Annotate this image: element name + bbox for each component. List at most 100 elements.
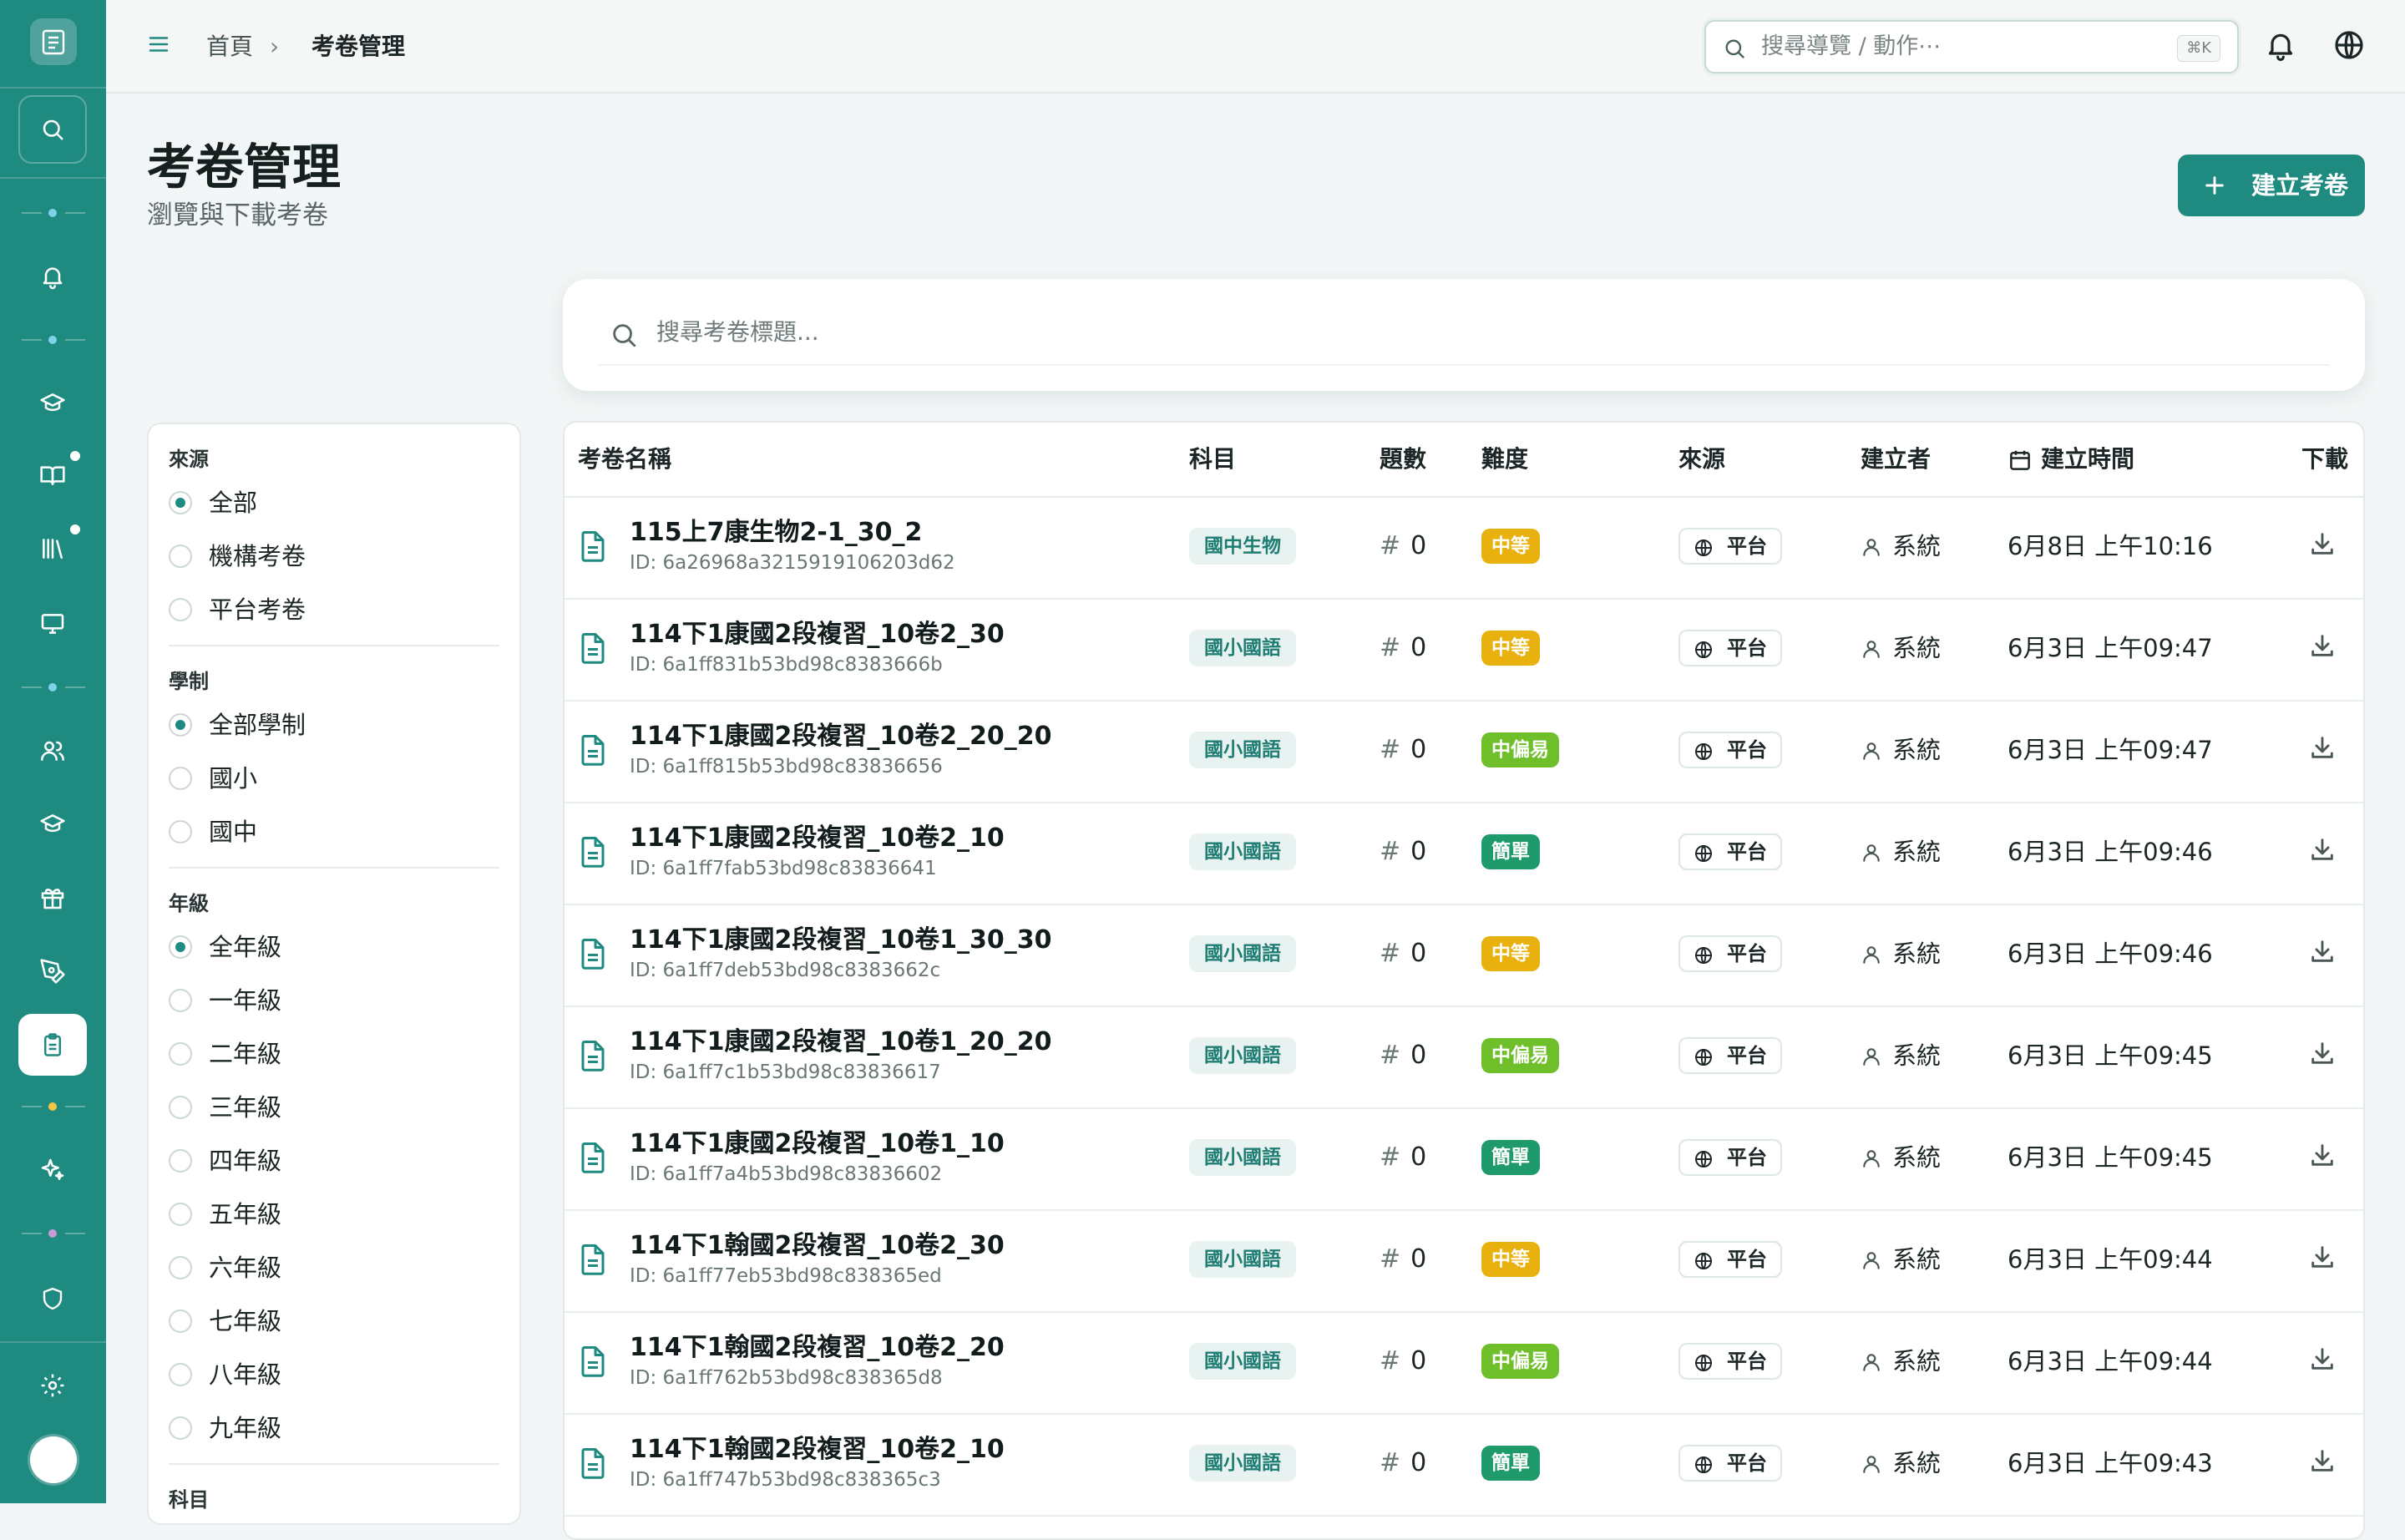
filter-option-grade[interactable]: 九年級 bbox=[169, 1411, 486, 1445]
column-header-source[interactable]: 來源 bbox=[1678, 443, 1725, 476]
filter-option-system[interactable]: 全部學制 bbox=[169, 708, 486, 742]
column-header-count[interactable]: 題數 bbox=[1380, 443, 1426, 476]
table-row[interactable]: 114下1康國2段複習_10卷1_20_20 ID: 6a1ff7c1b53bd9… bbox=[565, 1006, 2363, 1109]
download-icon[interactable] bbox=[2308, 1345, 2337, 1373]
avatar[interactable] bbox=[30, 1436, 77, 1483]
filter-panel: 來源 全部 機構考卷 平台考卷 學制 全部學制 國小 國中 年級 全年級 一年級 二年級 三年… bbox=[147, 423, 521, 1525]
sidebar-item-rewards[interactable] bbox=[18, 867, 87, 929]
column-header-created[interactable]: 建立時間 bbox=[2041, 443, 2134, 476]
exam-title[interactable]: 114下1康國2段複習_10卷1_10 bbox=[630, 1127, 1005, 1161]
breadcrumb-home[interactable]: 首頁 bbox=[206, 30, 253, 63]
download-icon[interactable] bbox=[2308, 1243, 2337, 1271]
table-row[interactable]: 114下1翰國2段複習_10卷2_10 ID: 6a1ff747b53bd98c8… bbox=[565, 1413, 2363, 1517]
sidebar-item-exams[interactable] bbox=[18, 1014, 87, 1076]
filter-option-grade[interactable]: 四年級 bbox=[169, 1144, 486, 1178]
table-row[interactable]: 114下1康國2段複習_10卷1_10 ID: 6a1ff7a4b53bd98c8… bbox=[565, 1107, 2363, 1211]
filter-option-grade[interactable]: 六年級 bbox=[169, 1251, 486, 1284]
radio-button[interactable] bbox=[169, 1096, 192, 1119]
sidebar-item-courses[interactable] bbox=[18, 372, 87, 434]
download-icon[interactable] bbox=[2308, 1039, 2337, 1067]
download-icon[interactable] bbox=[2308, 1446, 2337, 1475]
creator-name: 系統 bbox=[1892, 1449, 1942, 1477]
radio-button[interactable] bbox=[169, 545, 192, 568]
table-row[interactable]: 114下1翰國2段複習_10卷2_30 ID: 6a1ff77eb53bd98c8… bbox=[565, 1209, 2363, 1313]
app-logo[interactable] bbox=[30, 18, 77, 65]
sidebar-item-ai[interactable] bbox=[18, 1139, 87, 1201]
radio-button[interactable] bbox=[169, 1310, 192, 1333]
filter-option-source[interactable]: 機構考卷 bbox=[169, 540, 486, 573]
radio-button[interactable] bbox=[169, 989, 192, 1012]
sidebar-item-notifications[interactable] bbox=[18, 246, 87, 307]
filter-option-grade[interactable]: 一年級 bbox=[169, 984, 486, 1017]
sidebar-item-security[interactable] bbox=[18, 1268, 87, 1330]
global-search-input[interactable]: 搜尋導覽 / 動作⋯ ⌘K bbox=[1704, 20, 2239, 73]
radio-button[interactable] bbox=[169, 767, 192, 790]
filter-option-source[interactable]: 全部 bbox=[169, 486, 486, 519]
radio-button[interactable] bbox=[169, 935, 192, 959]
radio-button[interactable] bbox=[169, 1416, 192, 1440]
filter-option-system[interactable]: 國小 bbox=[169, 762, 486, 795]
filter-option-grade[interactable]: 七年級 bbox=[169, 1304, 486, 1338]
column-header-subject[interactable]: 科目 bbox=[1189, 443, 1236, 476]
hamburger-icon bbox=[149, 37, 169, 52]
table-row[interactable]: 114下1康國2段複習_10卷2_20_20 ID: 6a1ff815b53bd9… bbox=[565, 700, 2363, 803]
radio-button[interactable] bbox=[169, 1203, 192, 1226]
exam-search-input[interactable]: 搜尋考卷標題... bbox=[563, 279, 2365, 391]
exam-title[interactable]: 114下1翰國2段複習_10卷2_10 bbox=[630, 1433, 1005, 1467]
language-button[interactable] bbox=[2332, 28, 2366, 65]
exam-title[interactable]: 114下1翰國2段複習_10卷2_20 bbox=[630, 1331, 1005, 1365]
filter-option-source[interactable]: 平台考卷 bbox=[169, 593, 486, 626]
filter-option-grade[interactable]: 全年級 bbox=[169, 930, 486, 964]
filter-option-grade[interactable]: 五年級 bbox=[169, 1198, 486, 1231]
menu-toggle-button[interactable] bbox=[146, 32, 171, 60]
column-header-difficulty[interactable]: 難度 bbox=[1481, 443, 1528, 476]
download-icon[interactable] bbox=[2308, 835, 2337, 864]
download-icon[interactable] bbox=[2308, 529, 2337, 558]
rail-search-button[interactable] bbox=[18, 95, 87, 164]
download-icon[interactable] bbox=[2308, 631, 2337, 660]
sidebar-item-users[interactable] bbox=[18, 720, 87, 782]
exam-title[interactable]: 114下1康國2段複習_10卷2_20_20 bbox=[630, 720, 1052, 753]
filter-option-grade[interactable]: 三年級 bbox=[169, 1091, 486, 1124]
radio-button[interactable] bbox=[169, 1042, 192, 1066]
download-icon[interactable] bbox=[2308, 1141, 2337, 1169]
table-row[interactable]: 115上7康生物2-1_30_2 ID: 6a26968a321591910620… bbox=[565, 496, 2363, 600]
radio-button[interactable] bbox=[169, 598, 192, 621]
table-row[interactable]: 114下1翰國2段複習_10卷2_20 ID: 6a1ff762b53bd98c8… bbox=[565, 1311, 2363, 1415]
create-exam-button[interactable]: 建立考卷 bbox=[2178, 155, 2365, 216]
sidebar-item-settings[interactable] bbox=[18, 1355, 87, 1416]
exam-title[interactable]: 115上7康生物2-1_30_2 bbox=[630, 516, 922, 550]
filter-option-grade[interactable]: 二年級 bbox=[169, 1037, 486, 1071]
radio-button[interactable] bbox=[169, 820, 192, 843]
exam-table: 考卷名稱 科目 題數 難度 來源 建立者 建立時間 下載 115上7康生物2-1… bbox=[563, 421, 2365, 1540]
breadcrumb-separator-icon: › bbox=[270, 33, 280, 60]
filter-option-grade[interactable]: 八年級 bbox=[169, 1358, 486, 1391]
filter-option-label: 國小 bbox=[209, 764, 258, 793]
column-header-creator[interactable]: 建立者 bbox=[1861, 443, 1931, 476]
exam-title[interactable]: 114下1康國2段複習_10卷2_10 bbox=[630, 822, 1005, 855]
radio-button[interactable] bbox=[169, 1149, 192, 1173]
source-badge: 平台 bbox=[1678, 1241, 1782, 1278]
radio-button[interactable] bbox=[169, 713, 192, 737]
sidebar-item-students[interactable] bbox=[18, 793, 87, 855]
exam-title[interactable]: 114下1翰國2段複習_10卷2_30 bbox=[630, 1229, 1005, 1263]
download-icon[interactable] bbox=[2308, 937, 2337, 965]
table-row[interactable]: 114下1康國2段複習_10卷2_10 ID: 6a1ff7fab53bd98c8… bbox=[565, 802, 2363, 905]
hash-icon: # bbox=[1380, 1041, 1401, 1070]
table-row[interactable]: 114下1康國2段複習_10卷1_30_30 ID: 6a1ff7deb53bd9… bbox=[565, 904, 2363, 1007]
exam-title[interactable]: 114下1康國2段複習_10卷1_20_20 bbox=[630, 1026, 1052, 1059]
radio-button[interactable] bbox=[169, 491, 192, 514]
sidebar-item-editor[interactable] bbox=[18, 940, 87, 1002]
table-row[interactable]: 114下1康國2段複習_10卷2_30 ID: 6a1ff831b53bd98c8… bbox=[565, 598, 2363, 702]
document-icon bbox=[581, 1346, 605, 1377]
filter-option-system[interactable]: 國中 bbox=[169, 815, 486, 849]
column-header-name[interactable]: 考卷名稱 bbox=[578, 443, 671, 476]
notifications-button[interactable] bbox=[2264, 28, 2297, 65]
document-icon bbox=[581, 1244, 605, 1275]
sidebar-item-classroom[interactable] bbox=[18, 593, 87, 655]
exam-title[interactable]: 114下1康國2段複習_10卷2_30 bbox=[630, 618, 1005, 651]
download-icon[interactable] bbox=[2308, 733, 2337, 762]
exam-title[interactable]: 114下1康國2段複習_10卷1_30_30 bbox=[630, 924, 1052, 957]
radio-button[interactable] bbox=[169, 1256, 192, 1279]
radio-button[interactable] bbox=[169, 1363, 192, 1386]
